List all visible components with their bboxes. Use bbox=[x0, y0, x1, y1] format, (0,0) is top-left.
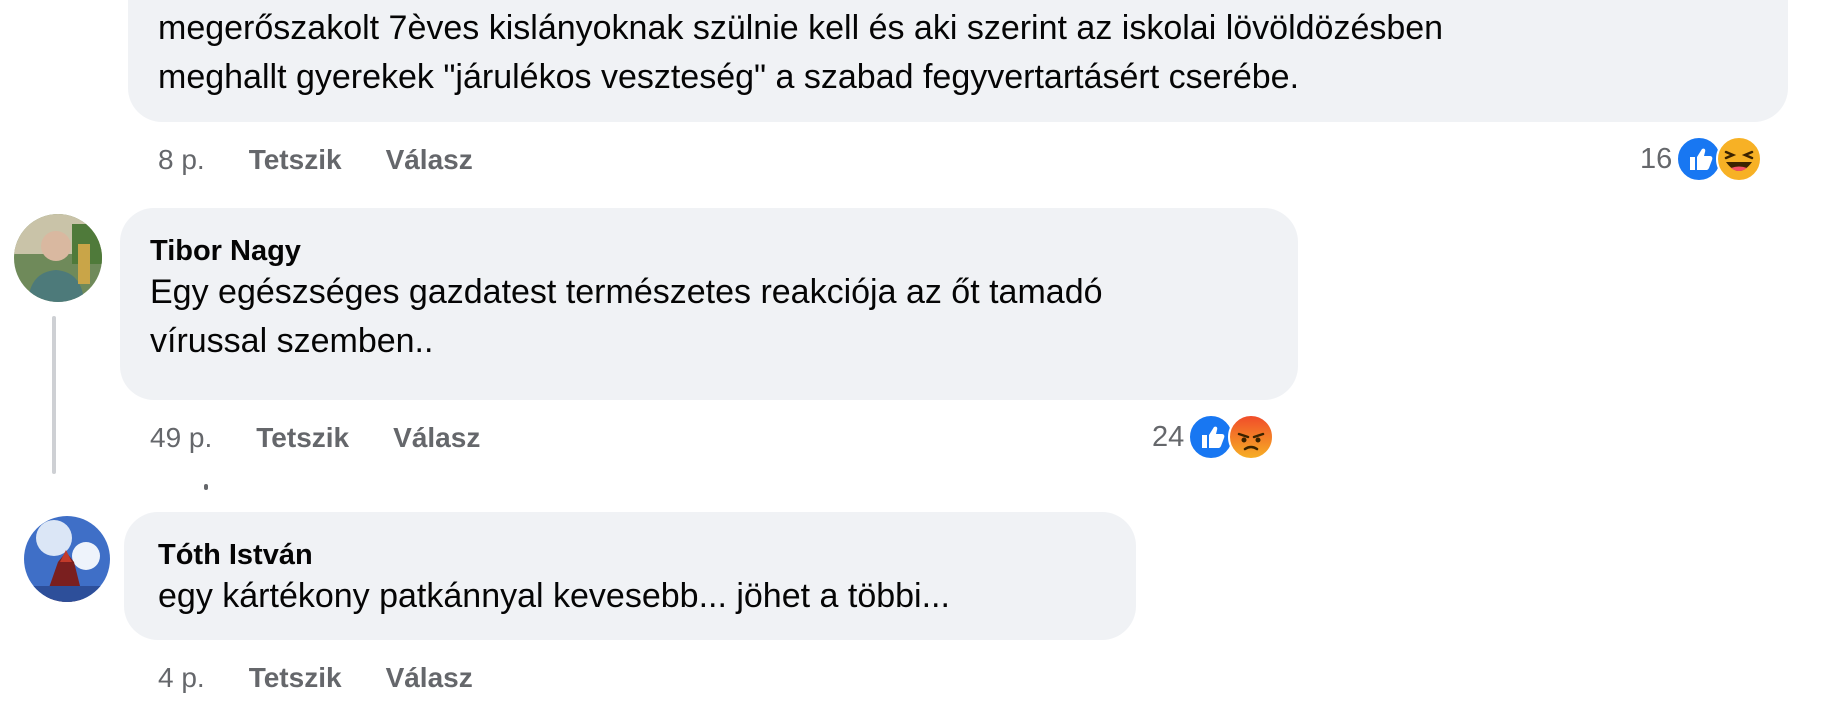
reply-button[interactable]: Válasz bbox=[386, 662, 473, 694]
comment-text: megerőszakolt 7èves kislányoknak szülnie… bbox=[158, 9, 1444, 47]
comment-text: vírussal szemben.. bbox=[150, 322, 434, 360]
reaction-summary[interactable]: 24 bbox=[1152, 414, 1275, 460]
thread-line bbox=[52, 316, 56, 474]
comment-text: egy kártékony patkánnyal kevesebb... jöh… bbox=[158, 577, 950, 615]
comment-text: meghallt gyerekek "járulékos veszteség" … bbox=[158, 58, 1300, 96]
comment-timestamp[interactable]: 49 p. bbox=[150, 422, 212, 454]
avatar-image bbox=[24, 516, 110, 602]
comment-timestamp[interactable]: 4 p. bbox=[158, 662, 205, 694]
reaction-count: 16 bbox=[1640, 142, 1673, 175]
comment-timestamp[interactable]: 8 p. bbox=[158, 144, 205, 176]
reaction-summary[interactable]: 16 bbox=[1640, 136, 1763, 182]
comment-author[interactable]: Tibor Nagy bbox=[150, 234, 1298, 268]
reply-button[interactable]: Válasz bbox=[393, 422, 480, 454]
avatar-image bbox=[14, 214, 102, 302]
like-button[interactable]: Tetszik bbox=[249, 662, 342, 694]
like-button[interactable]: Tetszik bbox=[249, 144, 342, 176]
angry-icon bbox=[1228, 414, 1275, 460]
comment-bubble: Tibor Nagy Egy egészséges gazdatest term… bbox=[120, 208, 1298, 400]
thread-connector bbox=[204, 484, 208, 490]
avatar[interactable] bbox=[24, 516, 110, 602]
comment-actions: 8 p. Tetszik Válasz bbox=[158, 142, 473, 178]
reply-button[interactable]: Válasz bbox=[386, 144, 473, 176]
comment-thread: megerőszakolt 7èves kislányoknak szülnie… bbox=[0, 0, 1840, 720]
haha-icon bbox=[1716, 136, 1763, 182]
comment-author[interactable]: Tóth István bbox=[158, 538, 1136, 572]
reaction-count: 24 bbox=[1152, 420, 1185, 453]
comment-actions: 49 p. Tetszik Válasz bbox=[150, 420, 480, 456]
comment-bubble: megerőszakolt 7èves kislányoknak szülnie… bbox=[128, 0, 1788, 122]
avatar[interactable] bbox=[14, 214, 102, 302]
comment-actions: 4 p. Tetszik Válasz bbox=[158, 660, 473, 696]
comment-bubble: Tóth István egy kártékony patkánnyal kev… bbox=[124, 512, 1136, 640]
comment-text: Egy egészséges gazdatest természetes rea… bbox=[150, 273, 1103, 311]
like-button[interactable]: Tetszik bbox=[256, 422, 349, 454]
